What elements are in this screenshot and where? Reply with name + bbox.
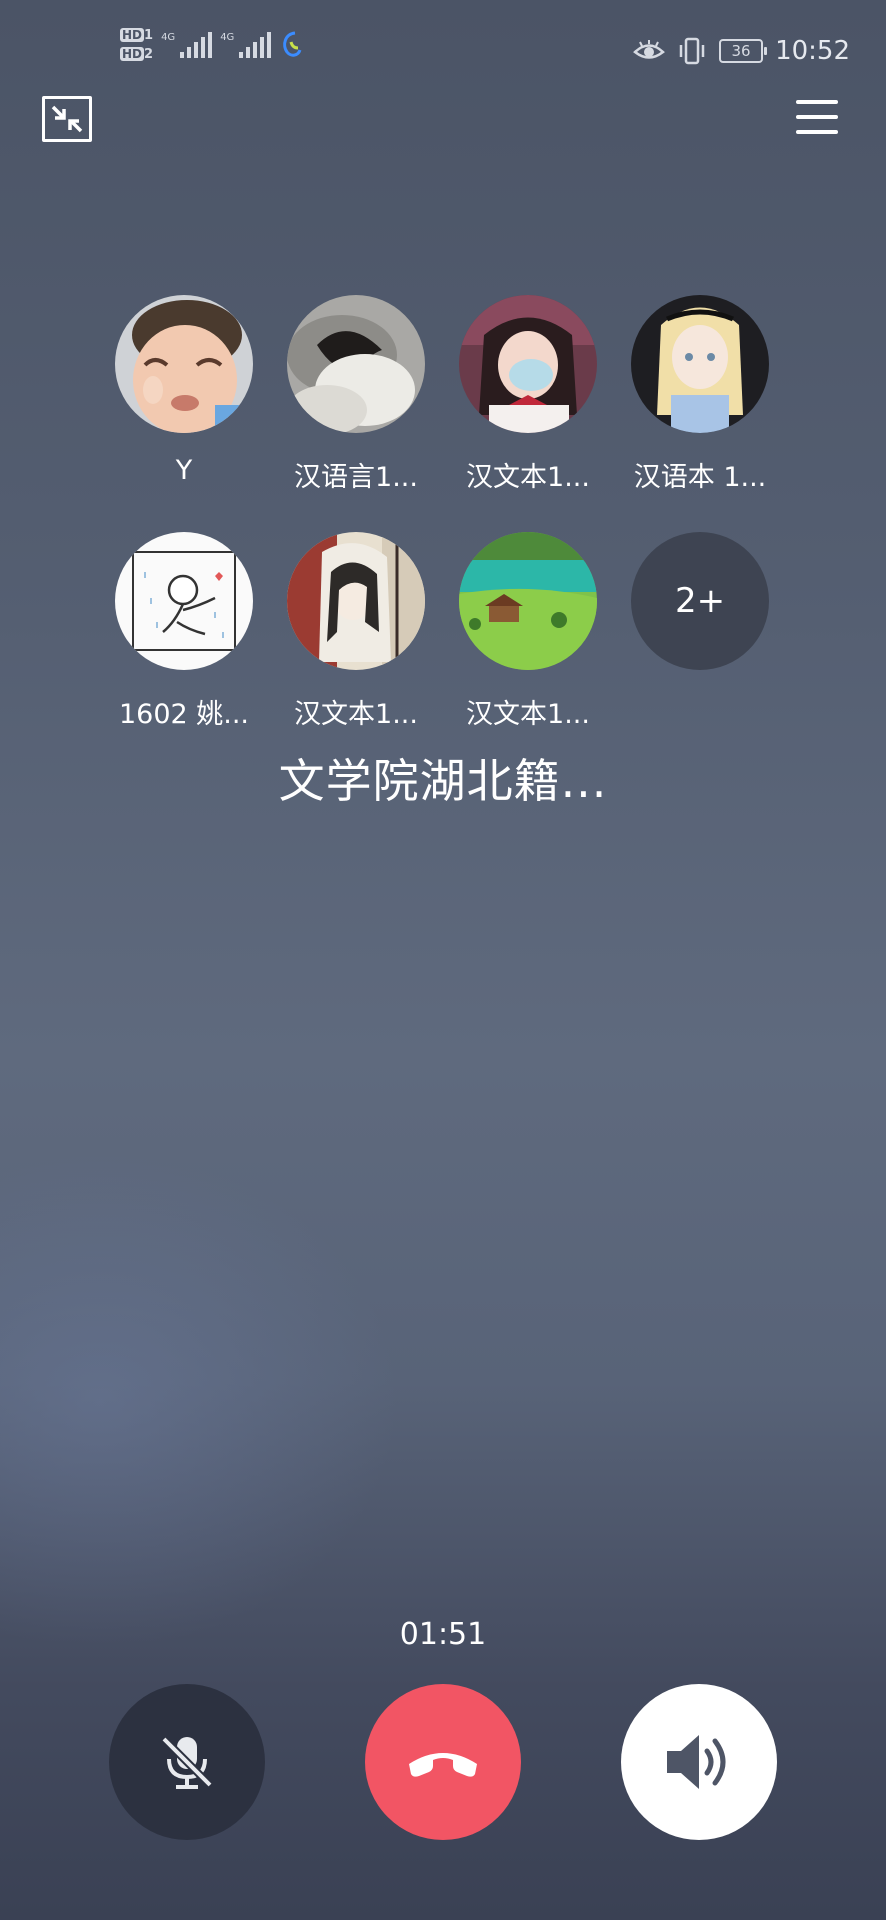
- eye-comfort-icon: [633, 40, 665, 59]
- participant-name: 1602 姚...: [118, 699, 250, 730]
- phone-hangup-icon: [409, 1753, 477, 1777]
- participant[interactable]: 1602 姚...: [115, 532, 253, 731]
- battery-icon: 36: [719, 39, 768, 63]
- hang-up-button[interactable]: [365, 1684, 521, 1840]
- status-bar: HD 1 HD 2 4G 4G 36 10:52: [0, 0, 886, 110]
- participant[interactable]: 汉文本1...: [287, 532, 425, 731]
- speaker-button[interactable]: [621, 1684, 777, 1840]
- participants-grid: Y 汉语言1... 汉文本1... 汉语本 1... 1602 姚... 汉文本…: [115, 295, 771, 731]
- participant[interactable]: 汉语本 1...: [631, 295, 769, 494]
- alice-avatar: [631, 295, 769, 433]
- signal-2-icon: 4G: [220, 32, 272, 58]
- participant[interactable]: 汉文本1...: [459, 295, 597, 494]
- hd2-indicator: HD 2: [120, 47, 154, 62]
- participant-name: 汉语言1...: [294, 462, 418, 493]
- boy-avatar: [115, 295, 253, 433]
- participant[interactable]: Y: [115, 295, 253, 494]
- participant-name: 汉语本 1...: [633, 462, 767, 493]
- participant-name: 汉文本1...: [466, 699, 590, 730]
- participant[interactable]: 汉语言1...: [287, 295, 425, 494]
- mask-girl-avatar: [459, 295, 597, 433]
- menu-button[interactable]: [796, 100, 838, 140]
- doodle-avatar: [115, 532, 253, 670]
- group-name: 文学院湖北籍...: [278, 754, 608, 808]
- participant-name: 汉文本1...: [294, 699, 418, 730]
- shrink-arrows-icon: [51, 105, 83, 133]
- vibrate-icon: [679, 37, 705, 65]
- call-duration: 01:51: [399, 1617, 487, 1652]
- app-notification-icon: [283, 31, 302, 57]
- mute-button[interactable]: [109, 1684, 265, 1840]
- menu-icon: [796, 100, 838, 104]
- participant[interactable]: 汉文本1...: [459, 532, 597, 731]
- more-count-badge: 2+: [631, 532, 769, 670]
- more-participants-button[interactable]: 2+: [631, 532, 769, 731]
- microphone-off-icon: [161, 1736, 213, 1789]
- clock: 10:52: [775, 36, 850, 66]
- minimize-call-button[interactable]: [42, 96, 92, 142]
- sleeping-avatar: [287, 295, 425, 433]
- hd1-indicator: HD 1: [120, 28, 154, 43]
- signal-1-icon: 4G: [161, 32, 213, 58]
- participant-name: Y: [175, 455, 193, 486]
- illustration-avatar: [287, 532, 425, 670]
- landscape-avatar: [459, 532, 597, 670]
- speaker-icon: [667, 1735, 726, 1789]
- participant-name: 汉文本1...: [466, 462, 590, 493]
